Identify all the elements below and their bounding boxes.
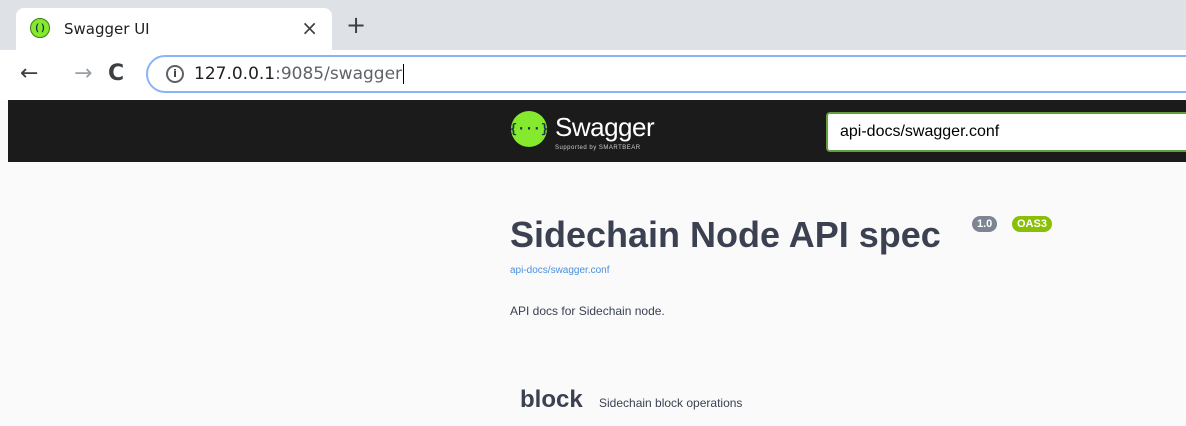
spec-url-input[interactable]: api-docs/swagger.conf [826, 112, 1186, 152]
oas-badge: OAS3 [1012, 216, 1052, 232]
back-button[interactable]: ← [20, 62, 38, 86]
tag-block-description: Sidechain block operations [599, 396, 743, 410]
browser-toolbar: ← → C i 127.0.0.1:9085/swagger [0, 50, 1186, 100]
tag-block-heading[interactable]: block [520, 386, 583, 414]
spec-link[interactable]: api-docs/swagger.conf [510, 265, 610, 276]
page-title: Sidechain Node API spec [510, 214, 941, 255]
swagger-logo-icon: {···} [509, 111, 549, 147]
site-info-icon[interactable]: i [166, 65, 184, 83]
tab-title: Swagger UI [64, 20, 150, 38]
url-host: 127.0.0.1 [194, 64, 276, 84]
url-text[interactable]: 127.0.0.1:9085/swagger [194, 64, 405, 84]
version-badge: 1.0 [972, 216, 998, 232]
swagger-logo[interactable]: {···} Swagger Supported by SMARTBEAR [509, 110, 711, 154]
forward-button[interactable]: → [74, 62, 92, 86]
api-description: API docs for Sidechain node. [510, 304, 665, 318]
close-tab-icon[interactable]: × [301, 18, 318, 38]
new-tab-button[interactable]: + [346, 13, 366, 37]
url-path: :9085/swagger [275, 64, 403, 84]
browser-tab-bar: () Swagger UI × + [0, 0, 1186, 50]
logo-text: Swagger [555, 112, 655, 142]
swagger-topbar: {···} Swagger Supported by SMARTBEAR api… [8, 100, 1186, 162]
address-bar[interactable]: i 127.0.0.1:9085/swagger [146, 55, 1186, 93]
swagger-favicon-icon: () [30, 18, 50, 38]
text-cursor [403, 64, 405, 84]
logo-subtext: Supported by SMARTBEAR [555, 145, 641, 151]
reload-button[interactable]: C [108, 62, 124, 86]
browser-tab[interactable]: () Swagger UI × [16, 8, 332, 50]
